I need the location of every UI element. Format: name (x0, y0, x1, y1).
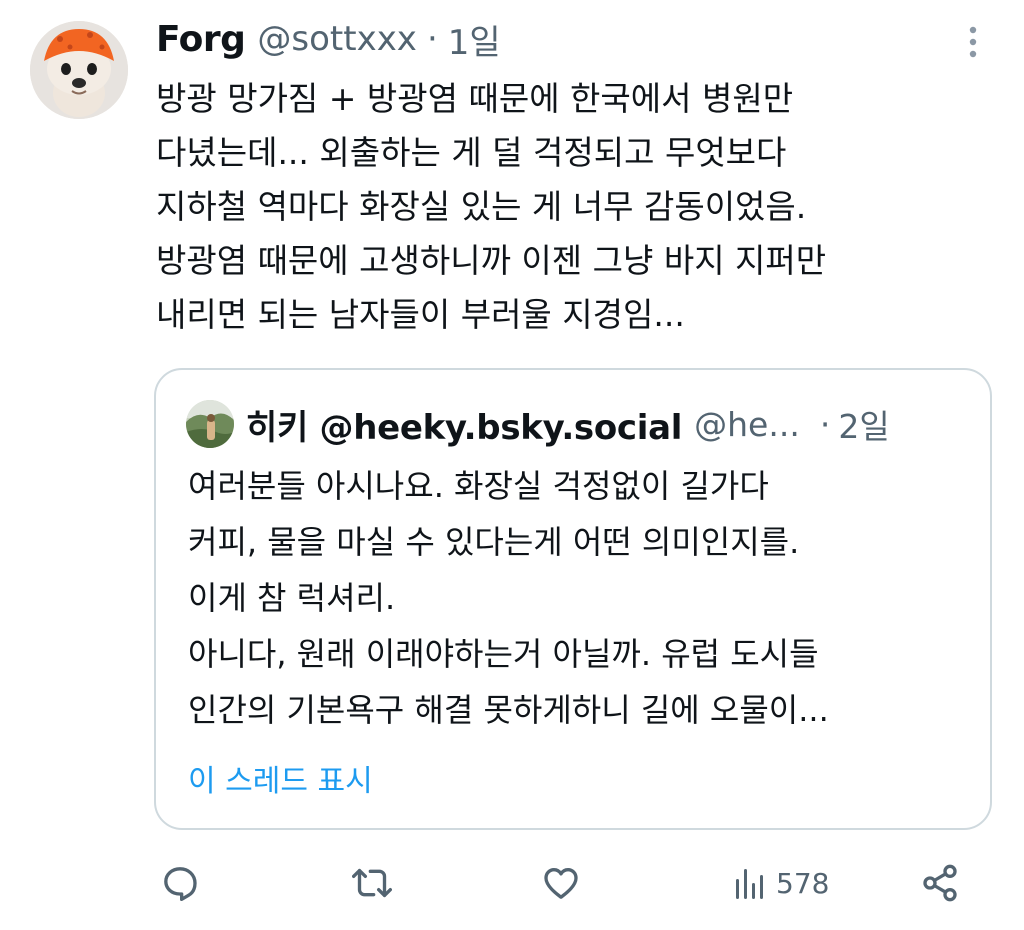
like-icon (544, 868, 578, 899)
quoted-post-header: 히키 @heeky.bsky.social @he... · 2일 (186, 396, 890, 452)
quoted-author-handle: @he... (694, 404, 800, 444)
quoted-header-separator: · (819, 404, 831, 444)
author-avatar[interactable] (30, 21, 128, 119)
post-text: 방광 망가짐 + 방광염 때문에 한국에서 병원만 다녔는데... 외출하는 게… (156, 72, 996, 342)
quoted-text-line: 아니다, 원래 이래야하는거 아닐까. 유럽 도시들 (188, 635, 819, 673)
quoted-post-text: 여러분들 아시나요. 화장실 걱정없이 길가다 커피, 물을 마실 수 있다는게… (188, 458, 978, 738)
header-separator: · (426, 19, 438, 59)
author-name[interactable]: Forg (156, 19, 246, 60)
post-time[interactable]: 1일 (448, 15, 501, 64)
quoted-text-line: 이게 참 럭셔리. (188, 579, 396, 617)
quoted-post-time: 2일 (838, 407, 890, 446)
quoted-author-name: 히키 @heeky.bsky.social (246, 407, 683, 448)
post-text-line: 방광 망가짐 + 방광염 때문에 한국에서 병원만 (156, 79, 794, 118)
reply-icon (164, 867, 197, 901)
show-thread-link[interactable]: 이 스레드 표시 (188, 756, 373, 800)
chihuahua-avatar-image (30, 21, 128, 119)
more-vertical-icon (969, 26, 977, 58)
author-handle[interactable]: @sottxxx (257, 19, 417, 59)
views-count: 578 (776, 866, 830, 900)
post-text-line: 다녔는데... 외출하는 게 덜 걱정되고 무엇보다 (156, 133, 787, 172)
reply-button[interactable] (160, 850, 200, 916)
post-text-line: 방광염 때문에 고생하니까 이젠 그냥 바지 지퍼만 (156, 241, 827, 280)
quoted-text-line: 여러분들 아시나요. 화장실 걱정없이 길가다 (188, 467, 769, 505)
quoted-text-line: 인간의 기본욕구 해결 못하게하니 길에 오물이... (188, 691, 829, 729)
views-icon (736, 869, 763, 899)
post-header: Forg @sottxxx · 1일 (156, 10, 501, 68)
like-button[interactable] (540, 850, 582, 916)
share-icon (923, 864, 957, 902)
post: Forg @sottxxx · 1일 방광 망가짐 + 방광염 때문에 한국에서… (0, 0, 1024, 930)
repost-icon (352, 868, 392, 898)
repost-button[interactable] (352, 850, 392, 916)
landscape-avatar-image (186, 400, 234, 448)
quoted-post-card[interactable]: 히키 @heeky.bsky.social @he... · 2일 여러분들 아… (154, 368, 992, 830)
action-bar: 578 (0, 850, 1024, 916)
quoted-text-line: 커피, 물을 마실 수 있다는게 어떤 의미인지를. (188, 523, 800, 561)
post-text-line: 내리면 되는 남자들이 부러울 지경임... (156, 295, 685, 334)
views-button[interactable]: 578 (734, 850, 829, 916)
quoted-author-avatar (186, 400, 234, 448)
share-button[interactable] (920, 850, 960, 916)
post-text-line: 지하철 역마다 화장실 있는 게 너무 감동이었음. (156, 187, 807, 226)
more-options-button[interactable] (958, 22, 988, 62)
